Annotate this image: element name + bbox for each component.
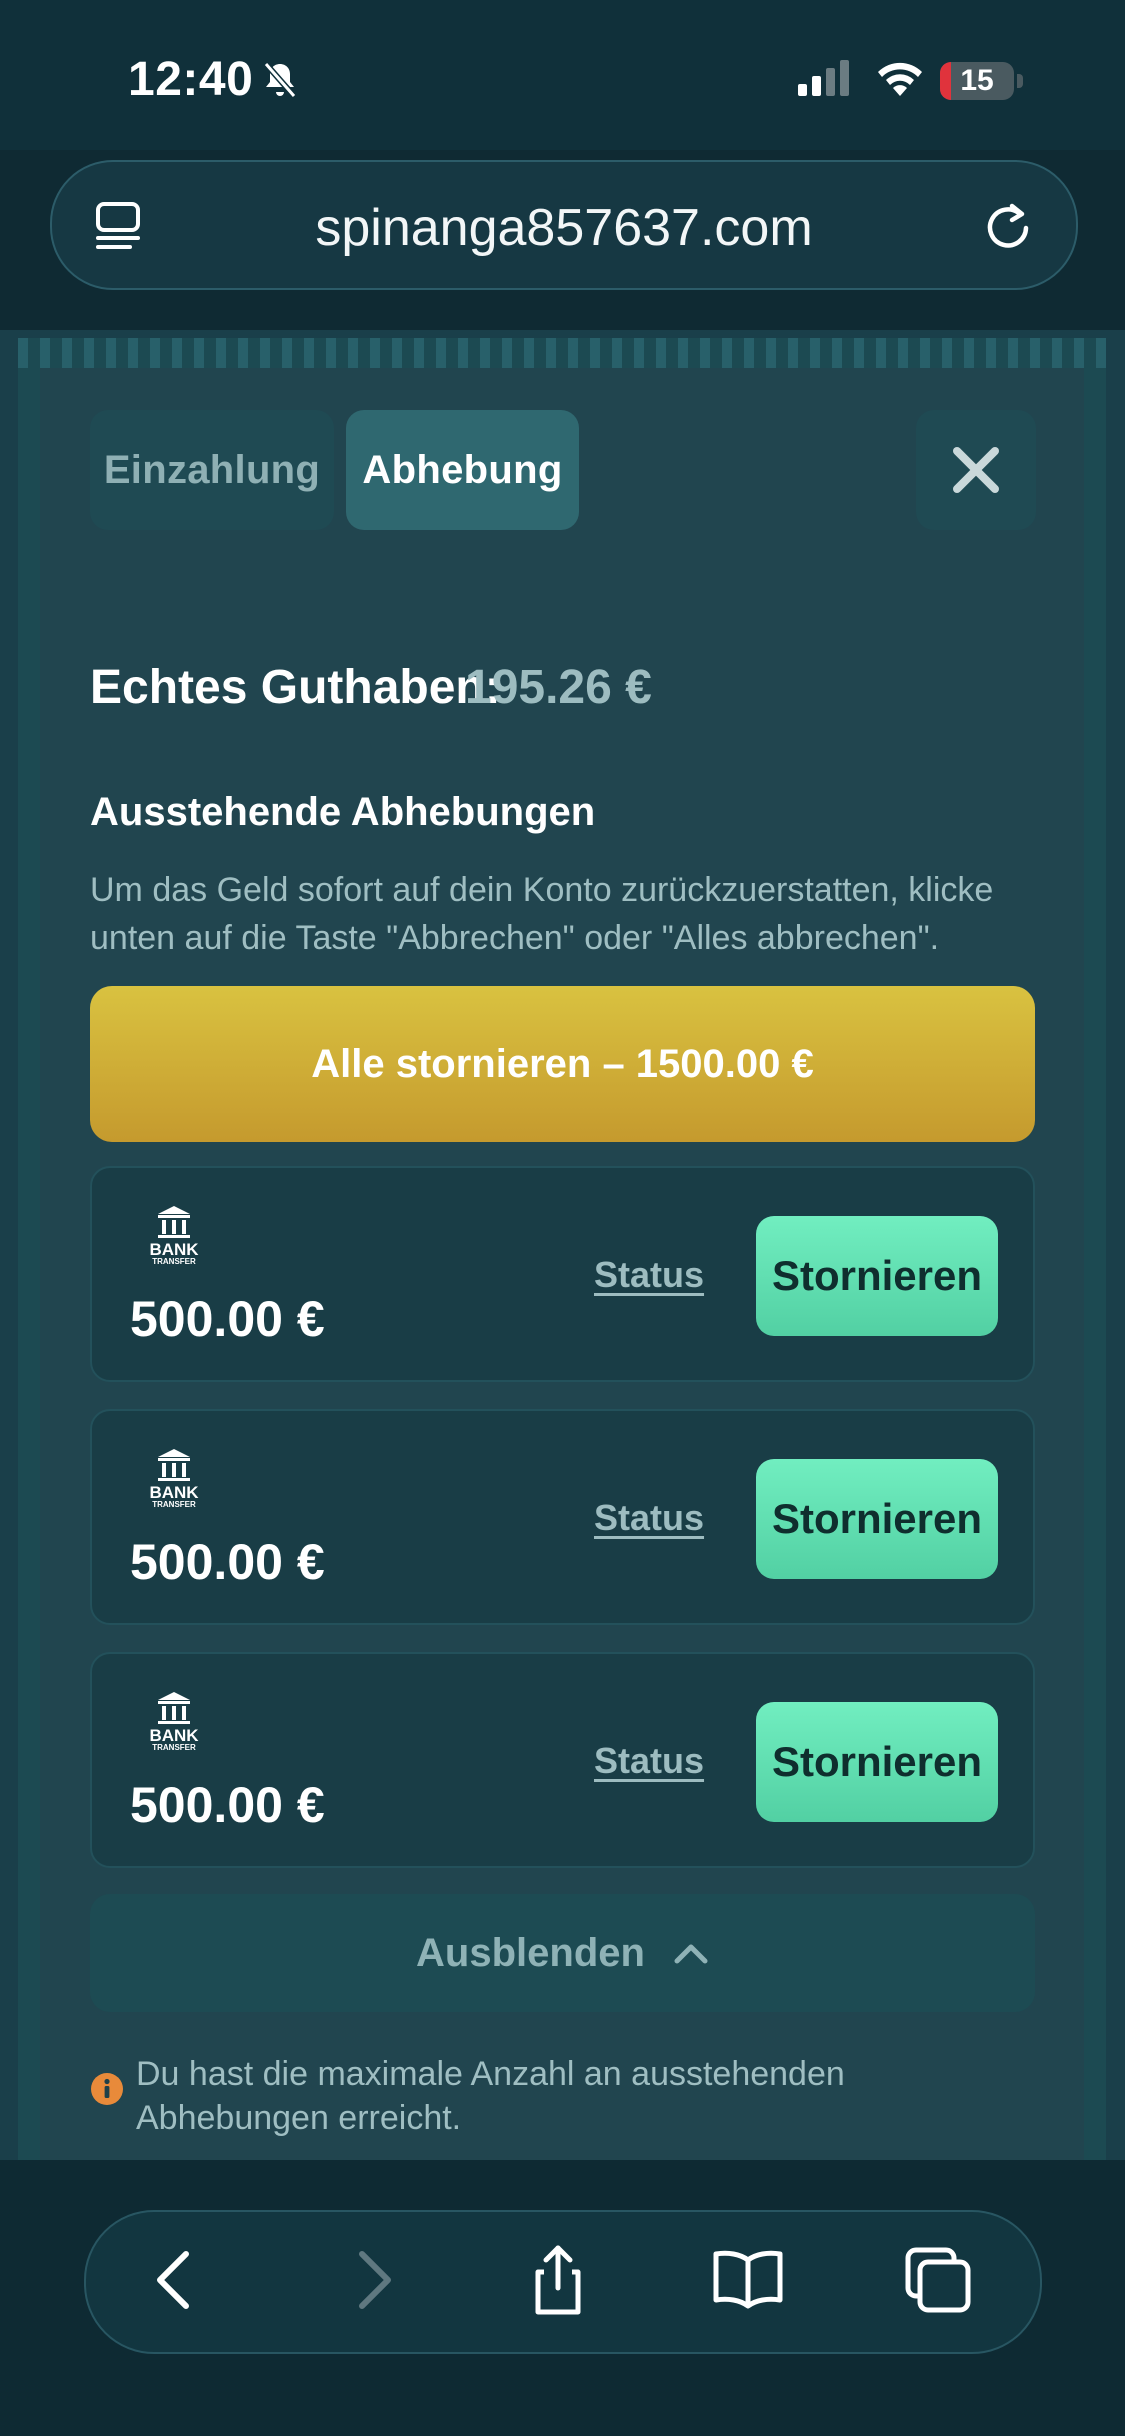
balance-label: Echtes Guthaben: (90, 661, 501, 714)
forward-button[interactable] (332, 2240, 412, 2320)
share-button[interactable] (518, 2240, 598, 2320)
modal-ornament-border (18, 338, 1106, 368)
tabs-overview-button[interactable] (898, 2240, 978, 2320)
transfer-label: TRANSFER (152, 1500, 196, 1509)
tab-abhebung[interactable]: Abhebung (346, 410, 579, 530)
bank-transfer-icon: BANK TRANSFER (149, 1692, 199, 1752)
cancel-withdrawal-button[interactable]: Stornieren (756, 1702, 998, 1822)
address-bar[interactable]: spinanga857637.com (50, 160, 1078, 290)
wifi-icon (878, 62, 922, 96)
withdrawal-amount: 500.00 € (130, 1777, 325, 1833)
tab-einzahlung[interactable]: Einzahlung (90, 410, 334, 530)
tabs-overview-icon (905, 2247, 971, 2313)
hide-button[interactable]: Ausblenden (90, 1894, 1035, 2012)
share-icon (535, 2245, 581, 2315)
battery-indicator: 15 (940, 62, 1024, 100)
close-icon (953, 447, 999, 493)
bank-transfer-icon: BANK TRANSFER (149, 1206, 199, 1266)
withdrawal-card: BANK TRANSFER 500.00 € Status Stornieren (90, 1652, 1035, 1868)
bookmarks-button[interactable] (708, 2240, 788, 2320)
url-text[interactable]: spinanga857637.com (52, 198, 1076, 258)
status-link[interactable]: Status (594, 1254, 704, 1296)
balance-value: 195.26 € (465, 661, 652, 714)
withdrawal-card: BANK TRANSFER 500.00 € Status Stornieren (90, 1409, 1035, 1625)
silent-bell-icon (263, 62, 297, 98)
withdrawal-amount: 500.00 € (130, 1534, 325, 1590)
cancel-all-button[interactable]: Alle stornieren – 1500.00 € (90, 986, 1035, 1142)
cancel-withdrawal-button[interactable]: Stornieren (756, 1459, 998, 1579)
pending-withdrawals-title: Ausstehende Abhebungen (90, 790, 596, 834)
close-button[interactable] (916, 410, 1036, 530)
transfer-label: TRANSFER (152, 1743, 196, 1752)
reload-icon[interactable] (980, 198, 1036, 254)
status-time: 12:40 (128, 53, 254, 106)
bookmarks-icon (713, 2250, 783, 2309)
withdrawal-amount: 500.00 € (130, 1291, 325, 1347)
hide-label: Ausblenden (416, 1930, 645, 1975)
status-link[interactable]: Status (594, 1740, 704, 1782)
transfer-label: TRANSFER (152, 1257, 196, 1266)
cellular-signal-icon (798, 60, 849, 96)
info-icon (91, 2073, 123, 2105)
status-link[interactable]: Status (594, 1497, 704, 1539)
withdrawal-card: BANK TRANSFER 500.00 € Status Stornieren (90, 1166, 1035, 1382)
back-button[interactable] (136, 2240, 216, 2320)
pending-withdrawals-description: Um das Geld sofort auf dein Konto zurück… (90, 871, 994, 957)
bank-transfer-icon: BANK TRANSFER (149, 1449, 199, 1509)
cancel-withdrawal-button[interactable]: Stornieren (756, 1216, 998, 1336)
max-pending-info: Du hast die maximale Anzahl an ausstehen… (136, 2055, 845, 2137)
battery-percent: 15 (960, 64, 994, 97)
back-icon (157, 2251, 189, 2309)
chevron-up-icon (674, 1944, 708, 1964)
forward-icon (359, 2251, 391, 2309)
